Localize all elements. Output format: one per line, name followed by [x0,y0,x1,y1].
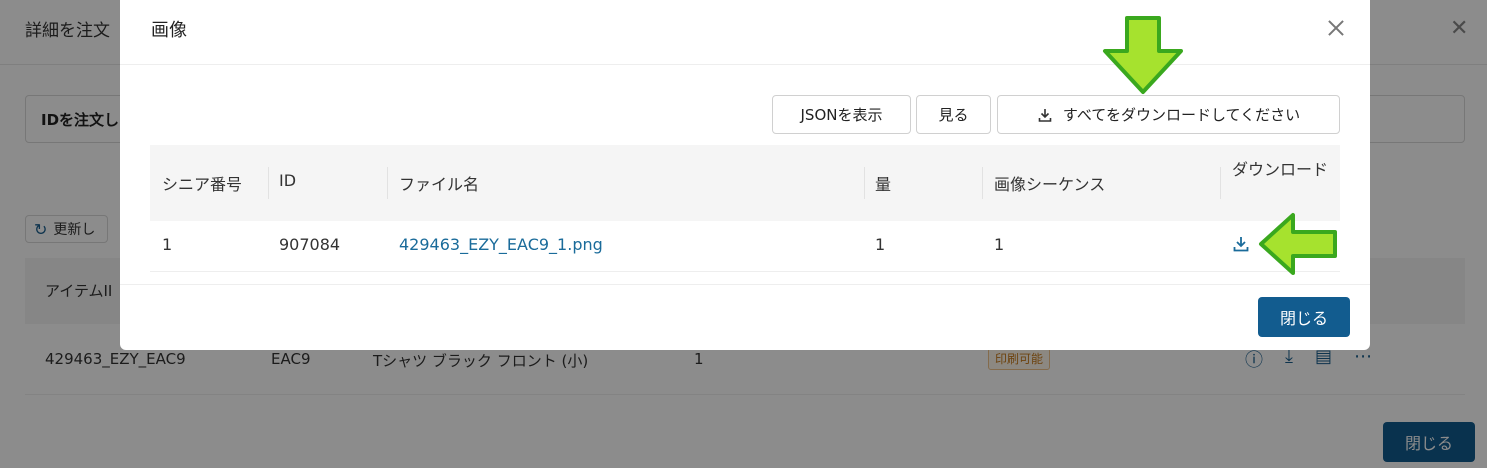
column-separator [1220,167,1221,199]
arrow-down-annotation [1103,16,1183,94]
column-separator [387,167,388,199]
download-all-button[interactable]: すべてをダウンロードしてください [997,95,1340,134]
table-header: シニア番号 ID ファイル名 量 画像シーケンス ダウンロード [150,145,1340,221]
modal-footer-divider [120,284,1370,285]
column-serial: シニア番号 [162,175,243,194]
column-download: ダウンロード [1232,160,1329,179]
cell-quantity: 1 [875,235,886,254]
column-separator [268,167,269,199]
show-json-button[interactable]: JSONを表示 [772,95,911,134]
file-name-link[interactable]: 429463_EZY_EAC9_1.png [399,235,603,254]
cell-id: 907084 [279,235,341,254]
column-file-name: ファイル名 [399,175,480,194]
cell-image-sequence: 1 [994,235,1005,254]
images-table: シニア番号 ID ファイル名 量 画像シーケンス ダウンロード 1 907084… [150,145,1340,272]
modal-title: 画像 [151,20,187,41]
table-row: 1 907084 429463_EZY_EAC9_1.png 1 1 [150,221,1340,272]
view-button[interactable]: 見る [916,95,991,134]
cell-serial: 1 [162,235,173,254]
close-icon[interactable] [1324,16,1348,40]
column-quantity: 量 [875,175,892,194]
column-id: ID [279,171,297,190]
download-icon[interactable] [1232,235,1250,253]
arrow-left-annotation [1259,213,1337,275]
download-all-label: すべてをダウンロードしてください [1062,106,1301,124]
column-separator [864,167,865,199]
column-image-sequence: 画像シーケンス [994,175,1106,194]
download-icon [1038,108,1052,122]
close-button[interactable]: 閉じる [1258,297,1350,337]
column-separator [982,167,983,199]
